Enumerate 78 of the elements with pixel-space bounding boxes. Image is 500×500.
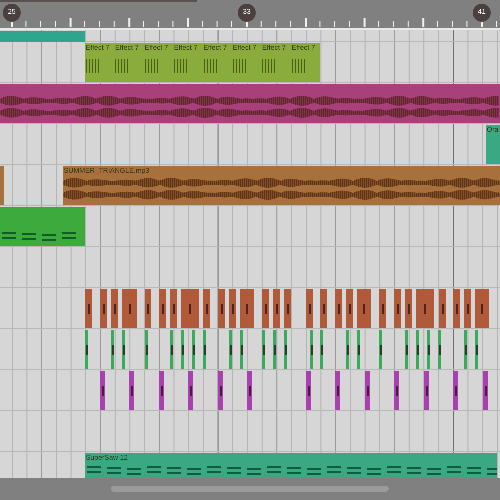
midi-notes-drawing — [232, 59, 248, 73]
drum-hit-clip[interactable] — [111, 330, 114, 369]
drum-hit-clip[interactable] — [159, 289, 166, 328]
drum-hit-clip[interactable] — [379, 330, 382, 369]
drum-hit-clip[interactable] — [416, 289, 434, 328]
drum-hit-clip[interactable] — [306, 371, 311, 410]
midi-notes-drawing — [173, 59, 190, 73]
drum-hit-clip[interactable] — [335, 371, 340, 410]
drum-hit-clip[interactable] — [85, 330, 88, 369]
drum-hit-clip[interactable] — [335, 289, 342, 328]
drum-hit-clip[interactable] — [416, 330, 419, 369]
drum-hit-clip[interactable] — [229, 330, 232, 369]
drum-hit-clip[interactable] — [394, 371, 399, 410]
drum-hit-clip[interactable] — [188, 371, 193, 410]
drum-hit-clip[interactable] — [453, 371, 458, 410]
drum-hit-clip[interactable] — [192, 330, 195, 369]
drum-hit-clip[interactable] — [100, 371, 105, 410]
midi-notes-drawing — [114, 59, 130, 73]
drum-hit-clip[interactable] — [439, 289, 446, 328]
drum-hit-clip[interactable] — [273, 330, 276, 369]
drum-hit-clip[interactable] — [111, 289, 118, 328]
midi-notes-drawing — [144, 59, 160, 73]
drum-hit-clip[interactable] — [464, 330, 467, 369]
drum-hit-clip[interactable] — [284, 289, 291, 328]
drum-hit-clip[interactable] — [464, 289, 471, 328]
drum-hit-clip[interactable] — [145, 289, 151, 328]
drum-hit-clip[interactable] — [170, 289, 177, 328]
drum-hit-clip[interactable] — [240, 289, 254, 328]
drum-hit-clip[interactable] — [394, 289, 401, 328]
drum-hit-clip[interactable] — [365, 371, 370, 410]
drum-hit-clip[interactable] — [346, 330, 349, 369]
drum-hit-clip[interactable] — [145, 330, 148, 369]
drum-hit-clip[interactable] — [475, 330, 478, 369]
midi-notes-drawing — [261, 59, 278, 73]
audio-clip[interactable] — [0, 84, 500, 123]
drum-hit-clip[interactable] — [453, 289, 460, 328]
drum-hit-clip[interactable] — [427, 330, 430, 369]
midi-clip[interactable] — [0, 31, 85, 42]
drum-hit-clip[interactable] — [438, 330, 441, 369]
drum-hit-clip[interactable] — [240, 330, 243, 369]
midi-notes-drawing — [290, 59, 307, 73]
drum-hit-clip[interactable] — [159, 371, 164, 410]
drum-hit-clip[interactable] — [357, 330, 360, 369]
drum-hit-clip[interactable] — [129, 371, 134, 410]
scrollbar-thumb[interactable] — [111, 486, 389, 492]
drum-hit-clip[interactable] — [229, 289, 236, 328]
drum-hit-clip[interactable] — [405, 289, 412, 328]
midi-clip[interactable] — [0, 207, 85, 246]
drum-hit-clip[interactable] — [483, 371, 488, 410]
drum-hit-clip[interactable] — [475, 289, 489, 328]
drum-hit-clip[interactable] — [100, 289, 107, 328]
drum-hit-clip[interactable] — [273, 289, 280, 328]
audio-clip[interactable] — [0, 166, 4, 205]
drum-hit-clip[interactable] — [262, 330, 265, 369]
drum-hit-clip[interactable] — [320, 289, 327, 328]
drum-hit-clip[interactable] — [122, 330, 125, 369]
drum-hit-clip[interactable] — [346, 289, 353, 328]
drum-hit-clip[interactable] — [122, 289, 137, 328]
drum-hit-clip[interactable] — [357, 289, 371, 328]
drum-hit-clip[interactable] — [405, 330, 408, 369]
drum-hit-clip[interactable] — [218, 289, 225, 328]
drum-hit-clip[interactable] — [203, 330, 206, 369]
midi-notes-drawing — [202, 59, 219, 73]
drum-hit-clip[interactable] — [306, 289, 313, 328]
drum-hit-clip[interactable] — [320, 330, 323, 369]
drum-hit-clip[interactable] — [379, 289, 386, 328]
drum-hit-clip[interactable] — [247, 371, 252, 410]
drum-hit-clip[interactable] — [181, 289, 199, 328]
drum-hit-clip[interactable] — [203, 289, 210, 328]
drum-hit-clip[interactable] — [310, 330, 313, 369]
drum-hit-clip[interactable] — [424, 371, 429, 410]
drum-hit-clip[interactable] — [170, 330, 173, 369]
drum-hit-clip[interactable] — [218, 371, 223, 410]
drum-hit-clip[interactable] — [284, 330, 287, 369]
drum-hit-clip[interactable] — [181, 330, 184, 369]
drum-hit-clip[interactable] — [85, 289, 92, 328]
midi-notes-drawing — [85, 59, 101, 73]
drum-hit-clip[interactable] — [262, 289, 269, 328]
